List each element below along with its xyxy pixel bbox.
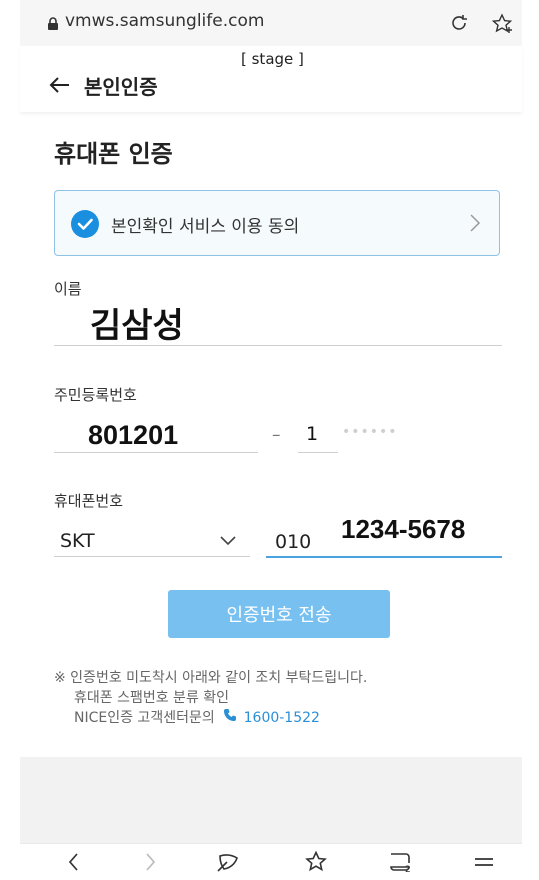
carrier-select[interactable]: SKT	[60, 530, 95, 552]
chevron-left-icon[interactable]	[64, 850, 84, 878]
notice-text: ※ 인증번호 미도착시 아래와 같이 조치 부탁드립니다. 휴대폰 스팸번호 분…	[54, 668, 367, 728]
page-title: 휴대폰 인증	[54, 140, 173, 168]
phone-label: 휴대폰번호	[54, 492, 124, 510]
tabs-count-icon[interactable]: 2	[388, 850, 414, 878]
name-label: 이름	[54, 280, 82, 298]
check-circle-icon[interactable]	[71, 210, 99, 238]
footer-spacer	[20, 757, 522, 843]
rrn-front-field[interactable]: 801201	[88, 420, 178, 451]
name-field-underline	[54, 345, 502, 346]
consent-label: 본인확인 서비스 이용 동의	[111, 217, 300, 237]
tab-swipe-icon[interactable]	[216, 850, 242, 878]
rrn-masked-digits: ••••••	[342, 424, 398, 440]
rrn-back-underline	[298, 452, 338, 453]
rrn-back-first-digit[interactable]: 1	[306, 423, 318, 445]
url-text[interactable]: vmws.samsunglife.com	[65, 11, 264, 31]
app-bar: [ stage ] 본인인증	[20, 46, 522, 112]
star-plus-icon[interactable]	[490, 12, 514, 40]
browser-bottom-bar: 2	[20, 843, 522, 880]
chevron-down-icon[interactable]	[218, 532, 238, 551]
consent-agreement-row[interactable]: 본인확인 서비스 이용 동의	[54, 190, 500, 256]
star-icon[interactable]	[304, 850, 328, 878]
customer-center-phone-link[interactable]: 1600-1522	[244, 710, 320, 726]
notice-line-2: 휴대폰 스팸번호 분류 확인	[74, 690, 230, 706]
phone-prefix-field[interactable]: 010	[275, 531, 311, 553]
browser-url-bar[interactable]: vmws.samsunglife.com	[20, 0, 522, 47]
notice-line-3: NICE인증 고객센터문의	[74, 710, 215, 726]
carrier-underline	[54, 556, 250, 557]
rrn-label: 주민등록번호	[54, 386, 137, 404]
notice-line-1: ※ 인증번호 미도착시 아래와 같이 조치 부탁드립니다.	[54, 670, 368, 686]
rrn-dash: –	[272, 425, 281, 445]
phone-field-underline	[266, 556, 502, 558]
reload-icon[interactable]	[448, 12, 470, 38]
chevron-right-icon	[469, 213, 481, 237]
chevron-right-icon[interactable]	[140, 850, 160, 878]
app-bar-title: 본인인증	[84, 75, 158, 99]
phone-icon	[223, 708, 237, 728]
send-verification-button[interactable]: 인증번호 전송	[168, 590, 390, 638]
stage-badge: [ stage ]	[241, 50, 304, 68]
rrn-front-underline	[54, 452, 258, 453]
menu-icon[interactable]	[472, 850, 496, 878]
name-field[interactable]: 김삼성	[90, 298, 184, 347]
back-arrow-icon[interactable]	[48, 76, 70, 98]
svg-text:2: 2	[405, 865, 411, 874]
lock-icon	[47, 16, 59, 35]
right-frame	[522, 0, 539, 879]
phone-number-field[interactable]: 1234-5678	[341, 514, 465, 545]
left-frame	[0, 0, 20, 879]
